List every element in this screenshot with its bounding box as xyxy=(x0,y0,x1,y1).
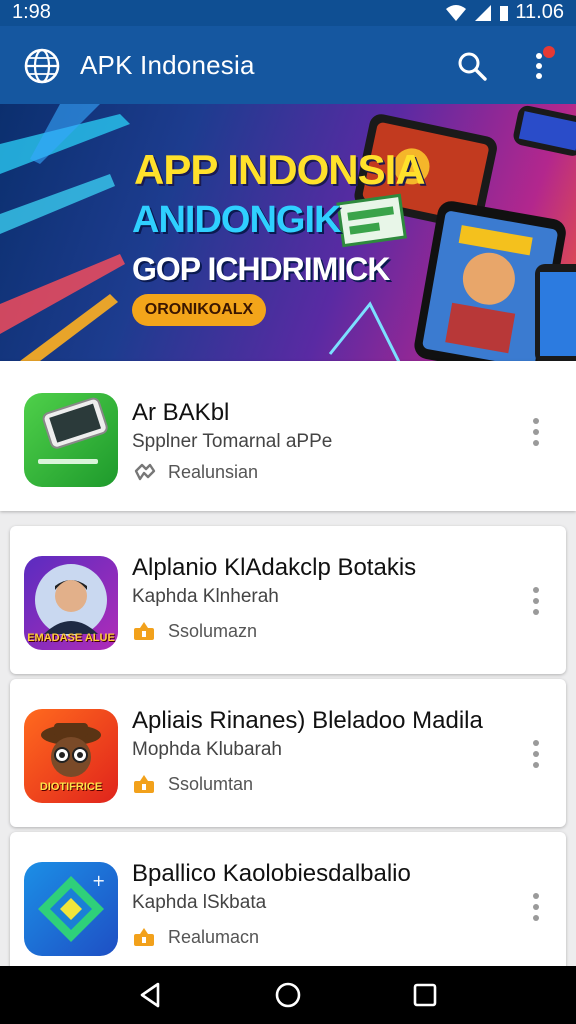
app-meta: Ssolumazn xyxy=(132,620,257,642)
status-time: 1:98 xyxy=(12,1,51,23)
svg-text:+: + xyxy=(92,871,105,890)
app-subtitle: Mophda Klubarah xyxy=(132,739,282,760)
list-item[interactable]: Ar BAKbl Spplner Tomarnal aPPe Realunsia… xyxy=(0,361,576,511)
wifi-icon xyxy=(446,4,467,21)
icon-caption: DIOTIFRICE xyxy=(39,781,103,793)
list-item[interactable]: DIOTIFRICE Apliais Rinanes) Bleladoo Mad… xyxy=(10,679,566,827)
globe-icon[interactable] xyxy=(22,46,62,86)
app-name: Apliais Rinanes) Bleladoo Madila xyxy=(132,707,483,734)
badge-icon xyxy=(134,928,154,946)
list-item[interactable]: EMADASE ALUE Alplanio KlAdakclp Botakis … xyxy=(10,526,566,674)
home-icon[interactable] xyxy=(273,980,303,1010)
status-icons: 11.06 xyxy=(445,1,564,24)
badge-icon xyxy=(134,775,154,793)
item-more-icon[interactable] xyxy=(528,737,544,771)
recents-icon[interactable] xyxy=(410,980,440,1010)
banner-cta-button[interactable]: ORONIKOALX xyxy=(132,294,266,326)
banner-tagline: GOP ICHDRIMICK xyxy=(132,251,390,287)
signal-icon xyxy=(475,4,492,21)
puzzle-icon xyxy=(134,463,156,481)
app-subtitle: Spplner Tomarnal aPPe xyxy=(132,431,333,452)
app-name: Ar BAKbl xyxy=(132,399,230,426)
back-icon[interactable] xyxy=(136,980,166,1010)
app-subtitle: Kaphda lSkbata xyxy=(132,892,267,913)
app-icon-green-phone xyxy=(24,393,118,487)
status-bar: 1:98 11.06 xyxy=(0,0,576,26)
diamond-icon: + xyxy=(38,871,105,942)
icon-caption: EMADASE ALUE xyxy=(27,632,115,644)
app-icon-blue-diamond: + xyxy=(24,862,118,956)
app-meta: Ssolumtan xyxy=(132,773,253,795)
promo-banner[interactable]: APP INDONSIA ANIDONGIK GOP ICHDRIMICK OR… xyxy=(0,104,576,361)
app-meta-label: Ssolumazn xyxy=(168,620,258,641)
list-item[interactable]: + Bpallico Kaolobiesdalbalio Kaphda lSkb… xyxy=(10,832,566,980)
app-icon-purple-person: EMADASE ALUE xyxy=(24,556,118,650)
app-meta: Realumacn xyxy=(132,926,259,948)
badge-icon xyxy=(134,622,154,640)
app-name: Alplanio KlAdakclp Botakis xyxy=(132,554,417,581)
app-name: Bpallico Kaolobiesdalbalio xyxy=(132,860,411,887)
app-subtitle: Kaphda Klnherah xyxy=(132,586,279,607)
banner-headline: APP INDONSIA xyxy=(134,146,426,193)
item-more-icon[interactable] xyxy=(528,890,544,924)
app-meta-label: Ssolumtan xyxy=(168,773,254,794)
phone-icon xyxy=(38,397,108,464)
more-vert-icon[interactable] xyxy=(528,46,556,86)
search-icon[interactable] xyxy=(456,50,488,82)
app-meta-label: Realunsian xyxy=(168,461,259,482)
app-icon-orange-character: DIOTIFRICE xyxy=(24,709,118,803)
app-meta: Realunsian xyxy=(132,461,258,483)
item-more-icon[interactable] xyxy=(528,415,544,449)
app-meta-label: Realumacn xyxy=(168,926,260,947)
item-more-icon[interactable] xyxy=(528,584,544,618)
banner-subheadline: ANIDONGIK xyxy=(132,199,341,241)
system-nav-bar xyxy=(0,966,576,1024)
app-bar: APK Indonesia xyxy=(0,26,576,104)
battery-icon xyxy=(500,5,509,21)
app-title: APK Indonesia xyxy=(80,50,255,80)
status-clock-right: 11.06 xyxy=(515,1,564,23)
